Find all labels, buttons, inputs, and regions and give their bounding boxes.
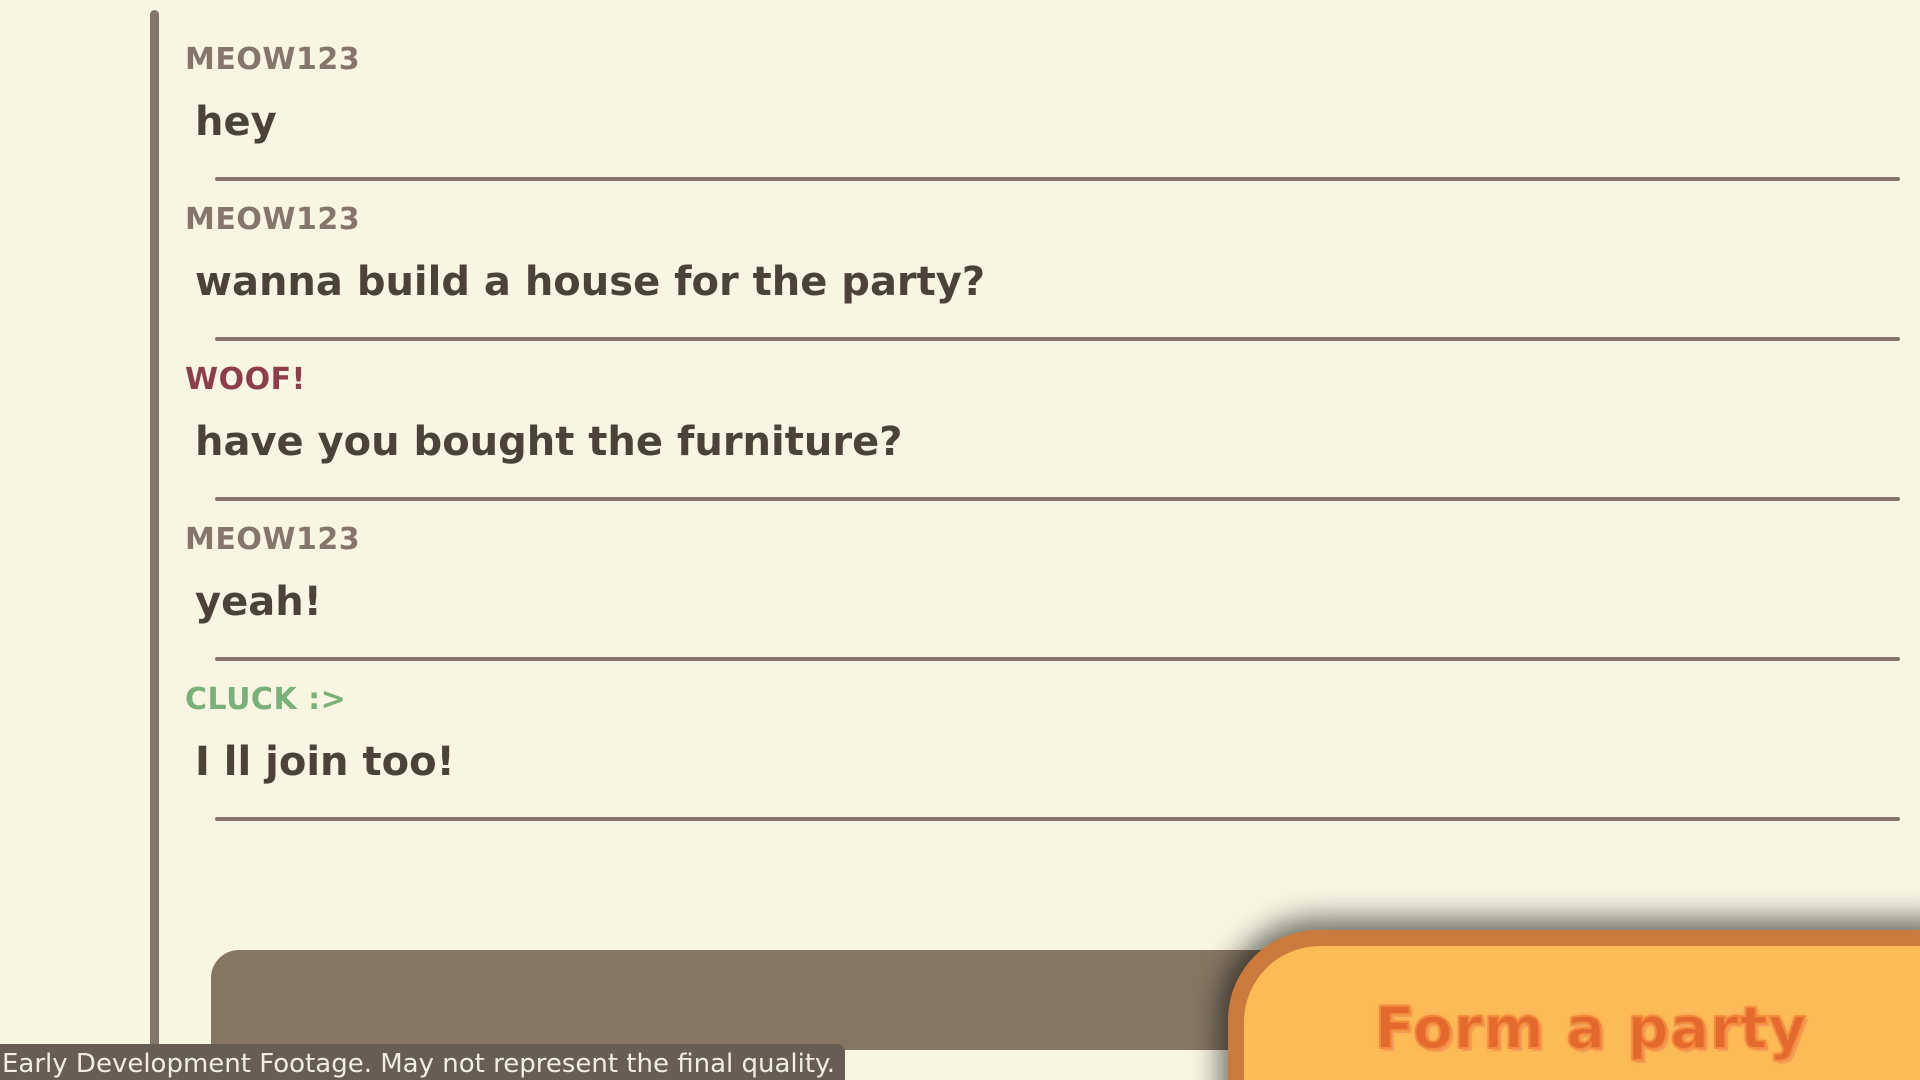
- chat-sender-name: MEOW123: [185, 202, 361, 237]
- chat-sender-name: CLUCK :>: [185, 682, 347, 717]
- chat-border: [150, 10, 159, 1080]
- chat-message-text: yeah!: [195, 579, 322, 625]
- development-notice: Early Development Footage. May not repre…: [0, 1044, 846, 1080]
- chat-sender-name: MEOW123: [185, 42, 361, 77]
- chat-sender-name: WOOF!: [185, 362, 306, 397]
- chat-message: MEOW123 hey: [185, 0, 1900, 181]
- chat-input[interactable]: [211, 950, 1271, 1050]
- chat-sender-name: MEOW123: [185, 522, 361, 557]
- form-party-button-face[interactable]: Form a party: [1244, 946, 1920, 1080]
- chat-list: MEOW123 hey MEOW123 wanna build a house …: [185, 0, 1900, 821]
- chat-divider: [215, 817, 1900, 821]
- chat-message-text: wanna build a house for the party?: [195, 259, 986, 305]
- chat-message: MEOW123 yeah!: [185, 480, 1900, 661]
- chat-message-text: have you bought the furniture?: [195, 419, 903, 465]
- form-party-button-label[interactable]: Form a party: [1244, 993, 1920, 1063]
- game-screen: MEOW123 hey MEOW123 wanna build a house …: [0, 0, 1920, 1080]
- chat-message-text: I ll join too!: [195, 739, 455, 785]
- form-party-button[interactable]: Form a party: [1228, 930, 1920, 1080]
- chat-message-text: hey: [195, 99, 277, 145]
- chat-message: WOOF! have you bought the furniture?: [185, 320, 1900, 501]
- chat-message: MEOW123 wanna build a house for the part…: [185, 160, 1900, 341]
- chat-message: CLUCK :> I ll join too!: [185, 640, 1900, 821]
